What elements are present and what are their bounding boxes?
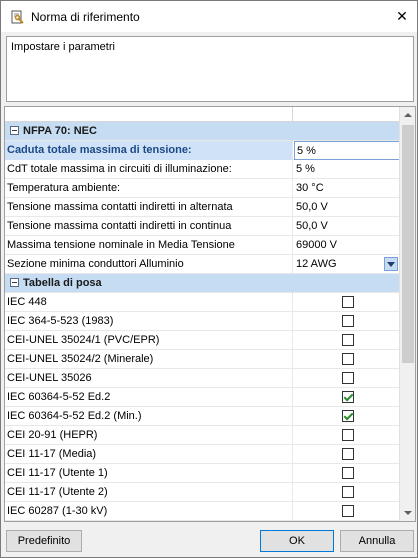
cancel-button[interactable]: Annulla bbox=[340, 530, 414, 552]
property-row[interactable]: IEC 364-5-523 (1983) bbox=[5, 312, 400, 331]
category-label: Tabella di posa bbox=[23, 277, 102, 289]
property-label: Massima tensione nominale in Media Tensi… bbox=[5, 236, 293, 255]
scroll-up-icon[interactable] bbox=[400, 107, 415, 123]
property-row[interactable]: CEI-UNEL 35024/2 (Minerale) bbox=[5, 350, 400, 369]
checkbox[interactable] bbox=[342, 372, 354, 384]
property-label: CEI-UNEL 35024/1 (PVC/EPR) bbox=[5, 331, 293, 350]
property-row[interactable]: CEI-UNEL 35024/1 (PVC/EPR) bbox=[5, 331, 400, 350]
checkbox[interactable] bbox=[342, 486, 354, 498]
property-label: CEI 20-91 (HEPR) bbox=[5, 426, 293, 445]
property-label: Sezione minima conduttori Alluminio bbox=[5, 255, 293, 274]
property-value[interactable]: 50,0 V bbox=[294, 198, 400, 217]
category-label: NFPA 70: NEC bbox=[23, 125, 97, 137]
property-label: IEC 364-5-523 (1983) bbox=[5, 312, 293, 331]
collapse-icon[interactable] bbox=[10, 278, 19, 287]
property-row[interactable]: IEC 60287 (1-30 kV) bbox=[5, 502, 400, 521]
ok-button[interactable]: OK bbox=[260, 530, 334, 552]
description-text: Impostare i parametri bbox=[11, 41, 115, 53]
property-row[interactable]: IEC 60364-5-52 Ed.2 bbox=[5, 388, 400, 407]
property-label: IEC 60364-5-52 Ed.2 (Min.) bbox=[5, 407, 293, 426]
category-row[interactable]: NFPA 70: NEC bbox=[5, 122, 400, 141]
dropdown-value: 12 AWG bbox=[296, 258, 337, 270]
collapse-icon[interactable] bbox=[10, 126, 19, 135]
checkbox[interactable] bbox=[342, 334, 354, 346]
property-value[interactable]: 30 °C bbox=[294, 179, 400, 198]
checkbox-checked[interactable] bbox=[342, 410, 354, 422]
scroll-down-icon[interactable] bbox=[400, 505, 415, 521]
checkbox[interactable] bbox=[342, 296, 354, 308]
checkbox[interactable] bbox=[342, 353, 354, 365]
property-label: Caduta totale massima di tensione: bbox=[5, 141, 293, 160]
category-row[interactable]: Tabella di posa bbox=[5, 274, 400, 293]
property-row[interactable]: CEI 20-91 (HEPR) bbox=[5, 426, 400, 445]
property-value[interactable]: 69000 V bbox=[294, 236, 400, 255]
property-label: IEC 448 bbox=[5, 293, 293, 312]
chevron-down-icon[interactable] bbox=[384, 257, 398, 271]
vertical-scrollbar[interactable] bbox=[399, 107, 415, 521]
property-row[interactable]: CdT totale massima in circuiti di illumi… bbox=[5, 160, 400, 179]
property-label: IEC 60364-5-52 Ed.2 bbox=[5, 388, 293, 407]
scrollbar-thumb[interactable] bbox=[402, 125, 414, 363]
property-row[interactable]: Sezione minima conduttori Alluminio 12 A… bbox=[5, 255, 400, 274]
property-row[interactable]: Temperatura ambiente: 30 °C bbox=[5, 179, 400, 198]
checkbox[interactable] bbox=[342, 315, 354, 327]
property-dropdown[interactable]: 12 AWG bbox=[294, 255, 400, 274]
property-grid[interactable]: NFPA 70: NEC Caduta totale massima di te… bbox=[4, 106, 416, 522]
grid-header-divider[interactable] bbox=[292, 107, 293, 122]
property-row[interactable]: CEI-UNEL 35026 bbox=[5, 369, 400, 388]
window-title: Norma di riferimento bbox=[31, 9, 140, 24]
property-row[interactable]: Massima tensione nominale in Media Tensi… bbox=[5, 236, 400, 255]
checkbox[interactable] bbox=[342, 505, 354, 517]
property-label: CEI-UNEL 35026 bbox=[5, 369, 293, 388]
property-label: CEI-UNEL 35024/2 (Minerale) bbox=[5, 350, 293, 369]
checkbox[interactable] bbox=[342, 448, 354, 460]
property-label: IEC 60287 (1-30 kV) bbox=[5, 502, 293, 521]
property-row[interactable]: CEI 11-17 (Utente 1) bbox=[5, 464, 400, 483]
property-label: Tensione massima contatti indiretti in a… bbox=[5, 198, 293, 217]
property-row[interactable]: IEC 448 bbox=[5, 293, 400, 312]
property-row[interactable]: CEI 11-17 (Media) bbox=[5, 445, 400, 464]
property-value-input[interactable]: 5 % bbox=[294, 141, 400, 160]
grid-header bbox=[5, 107, 400, 122]
property-row[interactable]: IEC 60364-5-52 Ed.2 (Min.) bbox=[5, 407, 400, 426]
close-icon[interactable]: ✕ bbox=[393, 7, 411, 25]
checkbox[interactable] bbox=[342, 467, 354, 479]
property-label: Temperatura ambiente: bbox=[5, 179, 293, 198]
checkbox-checked[interactable] bbox=[342, 391, 354, 403]
property-label: CEI 11-17 (Utente 2) bbox=[5, 483, 293, 502]
property-row[interactable]: Tensione massima contatti indiretti in c… bbox=[5, 217, 400, 236]
property-label: Tensione massima contatti indiretti in c… bbox=[5, 217, 293, 236]
property-row[interactable]: Tensione massima contatti indiretti in a… bbox=[5, 198, 400, 217]
property-label: CEI 11-17 (Utente 1) bbox=[5, 464, 293, 483]
grid-rows: NFPA 70: NEC Caduta totale massima di te… bbox=[5, 122, 400, 521]
property-value[interactable]: 5 % bbox=[294, 160, 400, 179]
description-box: Impostare i parametri bbox=[6, 36, 414, 102]
property-row[interactable]: Caduta totale massima di tensione: 5 % bbox=[5, 141, 400, 160]
default-button[interactable]: Predefinito bbox=[6, 530, 82, 552]
title-bar[interactable]: Norma di riferimento ✕ bbox=[1, 1, 417, 32]
property-value[interactable]: 50,0 V bbox=[294, 217, 400, 236]
dialog-window: Norma di riferimento ✕ Impostare i param… bbox=[0, 0, 418, 558]
checkbox[interactable] bbox=[342, 429, 354, 441]
property-label: CEI 11-17 (Media) bbox=[5, 445, 293, 464]
property-label: CdT totale massima in circuiti di illumi… bbox=[5, 160, 293, 179]
wrench-document-icon bbox=[9, 9, 25, 25]
property-row[interactable]: CEI 11-17 (Utente 2) bbox=[5, 483, 400, 502]
